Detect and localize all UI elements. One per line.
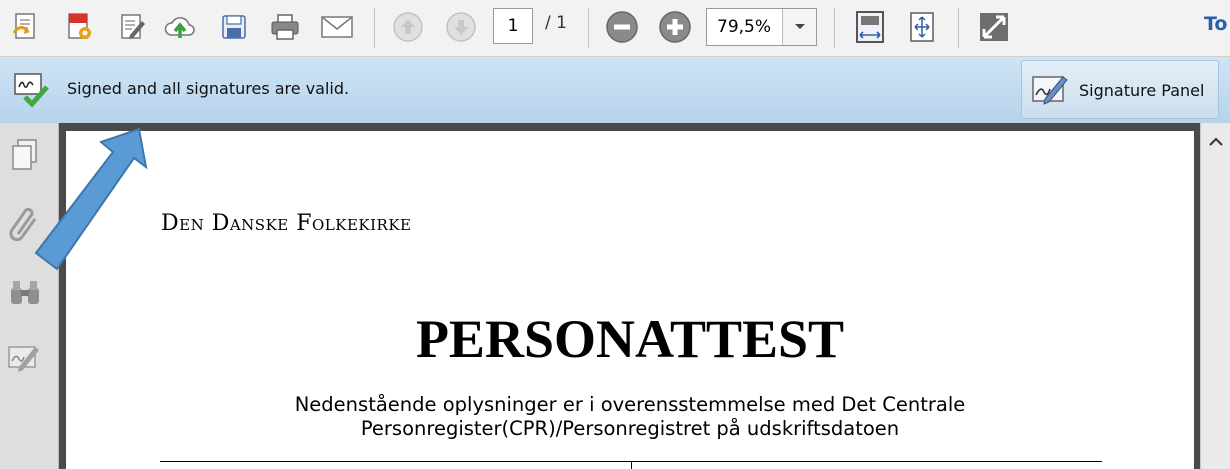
signatures-button[interactable] xyxy=(5,338,45,378)
signature-panel-icon xyxy=(1032,76,1068,105)
document-subtitle-line-2: Personregister(CPR)/Personregistret på u… xyxy=(360,417,900,440)
next-page-button[interactable] xyxy=(442,8,480,46)
zoom-in-icon xyxy=(659,11,691,43)
fit-width-icon xyxy=(856,11,884,43)
page-number-input[interactable]: 1 xyxy=(493,8,533,44)
full-screen-icon xyxy=(980,13,1008,41)
signature-panel-label: Signature Panel xyxy=(1079,81,1205,100)
zoom-out-button[interactable] xyxy=(603,8,641,46)
fit-page-button[interactable] xyxy=(903,8,941,46)
document-subtitle-line-1: Nedenstående oplysninger er i overensste… xyxy=(294,393,966,416)
annotation-arrow xyxy=(34,127,148,271)
scroll-up-icon xyxy=(1209,137,1223,146)
tools-menu-link[interactable]: To xyxy=(1204,13,1228,35)
zoom-dropdown-button[interactable] xyxy=(782,9,816,45)
previous-page-icon xyxy=(393,12,423,42)
fit-width-button[interactable] xyxy=(851,8,889,46)
table-column-divider xyxy=(631,461,632,469)
page-total: / 1 xyxy=(545,13,567,33)
signature-panel-button[interactable]: Signature Panel xyxy=(1021,60,1219,119)
toolbar-separator xyxy=(588,8,589,48)
current-page-value: 1 xyxy=(507,16,519,36)
zoom-out-icon xyxy=(606,11,638,43)
print-button[interactable] xyxy=(266,8,304,46)
toolbar-separator xyxy=(958,8,959,48)
vertical-scrollbar[interactable] xyxy=(1200,123,1230,469)
signatures-icon xyxy=(8,346,39,372)
toolbar-separator xyxy=(374,8,375,48)
full-screen-button[interactable] xyxy=(975,8,1013,46)
next-page-icon xyxy=(446,12,476,42)
email-icon xyxy=(321,16,353,38)
zoom-value: 79,5% xyxy=(717,17,772,37)
scroll-up-button[interactable] xyxy=(1205,131,1227,153)
document-title: PERSONATTEST xyxy=(415,309,845,369)
zoom-in-button[interactable] xyxy=(656,8,694,46)
previous-page-button[interactable] xyxy=(389,8,427,46)
print-icon xyxy=(271,14,299,40)
zoom-select[interactable]: 79,5% xyxy=(706,8,817,46)
fit-page-icon xyxy=(910,12,934,42)
toolbar-separator xyxy=(834,8,835,48)
email-button[interactable] xyxy=(318,8,356,46)
chevron-down-icon xyxy=(794,24,805,29)
